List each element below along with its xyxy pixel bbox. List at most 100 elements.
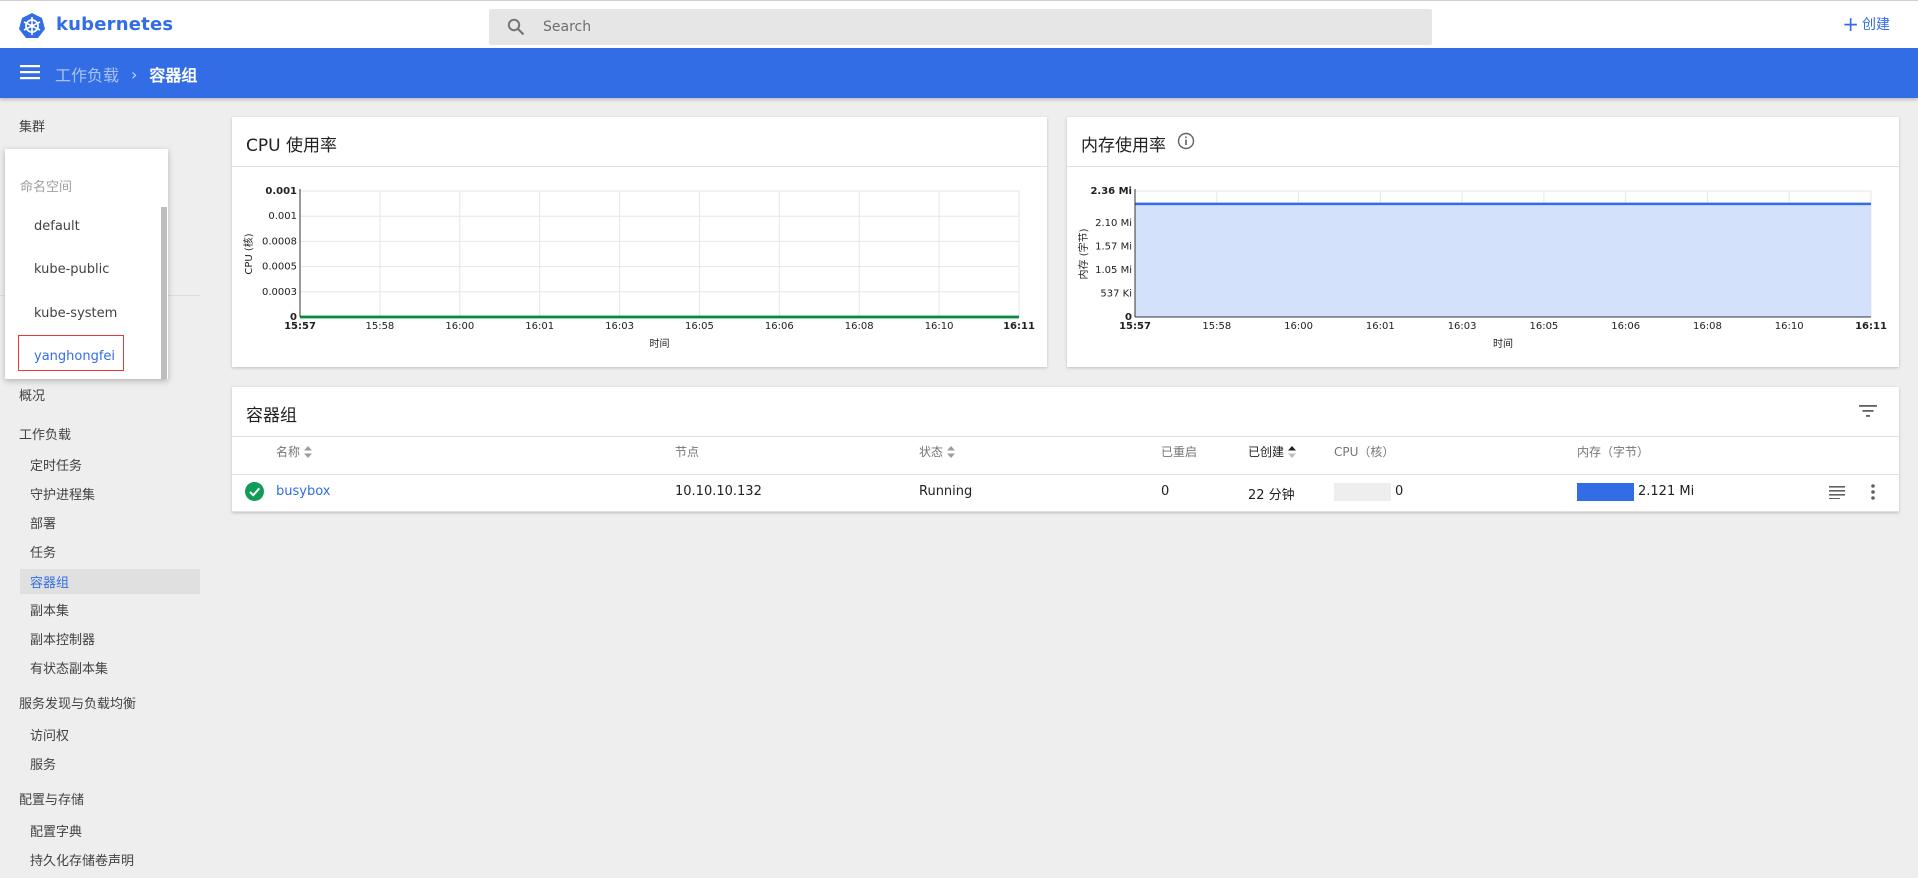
- search-bar: [489, 9, 1432, 45]
- plus-icon: +: [1842, 12, 1859, 36]
- pod-age: 22 分钟: [1248, 488, 1295, 503]
- x-tick-label: 16:05: [1529, 321, 1558, 332]
- column-header-created-label: 已创建: [1248, 445, 1285, 459]
- x-tick-label: 15:57: [1119, 321, 1151, 332]
- namespace-dropdown-title: 命名空间: [20, 180, 73, 195]
- hamburger-menu-icon[interactable]: [20, 64, 40, 80]
- sidebar-item-daemonsets[interactable]: 守护进程集: [30, 484, 95, 503]
- namespace-option-kube-public[interactable]: kube-public: [34, 262, 109, 277]
- sidebar-section-config[interactable]: 配置与存储: [19, 789, 84, 808]
- x-tick-label: 16:00: [1284, 321, 1313, 332]
- page-title: 容器组: [149, 66, 198, 85]
- sidebar-item-configmaps[interactable]: 配置字典: [30, 821, 82, 840]
- column-header-cpu: CPU（核）: [1334, 443, 1394, 460]
- pod-cpu: 0: [1395, 484, 1404, 499]
- namespace-dropdown-scrollbar[interactable]: [161, 207, 167, 379]
- sort-icon: [947, 445, 956, 458]
- x-tick-label: 16:03: [1448, 321, 1477, 332]
- series-area: [1135, 203, 1871, 317]
- column-header-name[interactable]: 名称: [276, 443, 313, 460]
- y-tick-label: 0.0003: [262, 287, 297, 298]
- more-vert-icon[interactable]: [1870, 483, 1876, 501]
- column-header-status-label: 状态: [919, 445, 944, 459]
- x-tick-label: 16:08: [845, 321, 874, 332]
- column-header-memory-label: 内存（字节）: [1577, 445, 1650, 459]
- breadcrumb-workloads-link[interactable]: 工作负载: [55, 62, 119, 86]
- y-tick-label: 537 Ki: [1100, 288, 1132, 299]
- sidebar-item-deployments[interactable]: 部署: [30, 513, 56, 532]
- x-tick-label: 16:05: [685, 321, 714, 332]
- x-tick-label: 16:01: [1366, 321, 1395, 332]
- column-header-node-label: 节点: [675, 445, 700, 459]
- x-tick-label: 15:57: [284, 321, 316, 332]
- filter-icon[interactable]: [1859, 404, 1877, 418]
- logs-icon[interactable]: [1829, 485, 1845, 499]
- column-header-name-label: 名称: [276, 445, 301, 459]
- table-row-divider: [232, 511, 1899, 512]
- cpu-usage-bar: [1334, 483, 1391, 501]
- y-tick-label: 2.10 Mi: [1095, 218, 1132, 229]
- breadcrumb: 工作负载 › 容器组: [55, 62, 197, 86]
- y-axis-label: 内存 (字节): [1077, 228, 1090, 279]
- namespace-option-yanghongfei[interactable]: yanghongfei: [34, 349, 115, 364]
- pods-card-title: 容器组: [246, 406, 297, 426]
- x-tick-label: 15:58: [1202, 321, 1231, 332]
- y-tick-label: 0.0008: [262, 236, 297, 247]
- column-header-status[interactable]: 状态: [919, 443, 956, 460]
- kubernetes-logo-icon[interactable]: [18, 12, 46, 40]
- search-input[interactable]: [543, 15, 1403, 39]
- sidebar-item-cronjobs[interactable]: 定时任务: [30, 455, 82, 474]
- pod-name-link[interactable]: busybox: [276, 484, 330, 499]
- sidebar-item-replication-controllers[interactable]: 副本控制器: [30, 629, 95, 648]
- sidebar-item-services[interactable]: 服务: [30, 754, 56, 773]
- sidebar-section-discovery[interactable]: 服务发现与负载均衡: [19, 693, 136, 712]
- x-tick-label: 16:01: [525, 321, 554, 332]
- cpu-usage-chart: 00.00030.00050.00080.0010.00115:57 15:58 1…: [242, 186, 1035, 350]
- column-header-restarts: 已重启: [1161, 443, 1197, 460]
- pod-restarts: 0: [1161, 484, 1170, 499]
- x-tick-label: 16:00: [445, 321, 474, 332]
- brand-name[interactable]: kubernetes: [56, 14, 173, 35]
- y-tick-label: 1.05 Mi: [1095, 265, 1132, 276]
- sidebar-section-workloads[interactable]: 工作负载: [19, 424, 71, 443]
- sort-ascending-icon: [1288, 445, 1297, 458]
- pod-node: 10.10.10.132: [675, 484, 762, 499]
- x-tick-label: 16:11: [1855, 321, 1887, 332]
- sidebar-item-replicasets[interactable]: 副本集: [30, 600, 69, 619]
- x-tick-label: 16:03: [605, 321, 634, 332]
- x-axis-label: 时间: [650, 337, 670, 350]
- y-tick-label: 0.001: [268, 211, 297, 222]
- namespace-option-default[interactable]: default: [34, 219, 80, 234]
- column-header-created[interactable]: 已创建: [1248, 443, 1297, 460]
- info-icon[interactable]: [1177, 132, 1195, 150]
- sidebar-item-cluster[interactable]: 集群: [19, 116, 45, 135]
- namespace-option-kube-system[interactable]: kube-system: [34, 306, 117, 321]
- memory-usage-bar: [1577, 483, 1634, 501]
- memory-usage-card: 内存使用率 0 537 Ki 1.05 Mi 1.57 Mi 2.10 Mi 2.36 M…: [1067, 117, 1899, 367]
- create-label: 创建: [1862, 17, 1890, 33]
- memory-usage-chart: 0537 Ki1.05 Mi1.57 Mi2.10 Mi2.36 Mi15:57…: [1077, 186, 1887, 350]
- sidebar-item-statefulsets[interactable]: 有状态副本集: [30, 658, 108, 677]
- sidebar-item-pvcs[interactable]: 持久化存储卷声明: [30, 850, 134, 869]
- column-header-restarts-label: 已重启: [1161, 445, 1198, 459]
- sidebar-item-jobs[interactable]: 任务: [30, 542, 56, 561]
- status-ok-icon: [245, 482, 264, 501]
- x-tick-label: 16:10: [1775, 321, 1804, 332]
- y-tick-label: 0.0005: [262, 262, 297, 273]
- x-axis-label: 时间: [1493, 337, 1513, 350]
- sort-icon: [304, 445, 313, 458]
- sidebar-item-ingresses[interactable]: 访问权: [30, 725, 69, 744]
- x-tick-label: 16:08: [1693, 321, 1722, 332]
- y-axis-label: CPU (核): [242, 233, 255, 274]
- x-tick-label: 16:10: [925, 321, 954, 332]
- cpu-usage-card: CPU 使用率 0 0.0003 0.0005 0.0008 0.001 0.001 15:…: [232, 117, 1047, 367]
- search-icon: [507, 18, 525, 36]
- x-tick-label: 16:06: [1611, 321, 1640, 332]
- create-button[interactable]: + 创建: [1842, 14, 1890, 34]
- sidebar-item-overview[interactable]: 概况: [19, 385, 45, 404]
- column-header-memory: 内存（字节）: [1577, 443, 1649, 460]
- memory-usage-bar-fill: [1577, 483, 1634, 501]
- x-tick-label: 16:11: [1003, 321, 1035, 332]
- pod-memory: 2.121 Mi: [1638, 484, 1695, 499]
- sidebar-item-pods[interactable]: 容器组: [30, 572, 69, 591]
